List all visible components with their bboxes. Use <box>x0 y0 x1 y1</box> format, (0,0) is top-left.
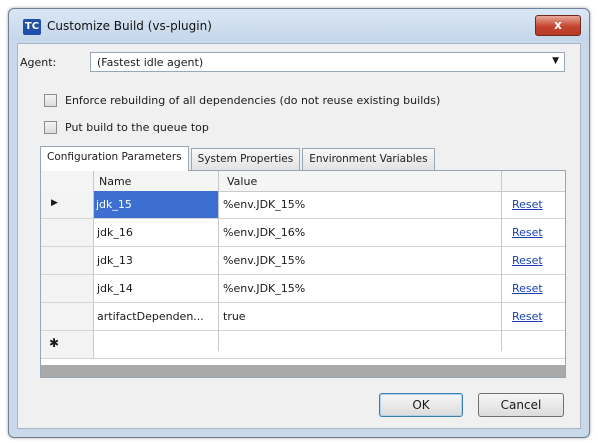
agent-label: Agent: <box>20 56 57 69</box>
new-row[interactable]: ✱ <box>41 331 565 359</box>
column-divider <box>501 171 502 351</box>
column-divider <box>218 171 219 351</box>
grid-header: Name Value <box>41 171 565 192</box>
table-row[interactable]: jdk_14 %env.JDK_15% Reset <box>41 275 565 303</box>
agent-select[interactable]: (Fastest idle agent) ▼ <box>90 52 565 72</box>
table-row[interactable]: artifactDependen... true Reset <box>41 303 565 331</box>
column-divider <box>93 171 94 351</box>
row-selector[interactable]: ▶ <box>41 191 94 218</box>
teamcity-logo-icon: TC <box>23 19 41 35</box>
param-value-cell[interactable]: %env.JDK_15% <box>223 254 305 267</box>
enforce-rebuild-label: Enforce rebuilding of all dependencies (… <box>65 94 441 107</box>
param-name-cell[interactable]: artifactDependen... <box>97 310 204 323</box>
param-name-cell[interactable]: jdk_13 <box>97 254 133 267</box>
cancel-button[interactable]: Cancel <box>478 393 564 417</box>
tab-configuration-parameters[interactable]: Configuration Parameters <box>40 146 189 171</box>
reset-link[interactable]: Reset <box>512 198 543 211</box>
new-row-icon: ✱ <box>49 336 60 350</box>
param-value-cell[interactable]: %env.JDK_15% <box>223 282 305 295</box>
ok-button[interactable]: OK <box>379 393 463 417</box>
param-name-cell[interactable]: jdk_15 <box>94 191 218 218</box>
queue-top-label: Put build to the queue top <box>65 121 209 134</box>
row-selector[interactable] <box>41 247 94 274</box>
reset-link[interactable]: Reset <box>512 310 543 323</box>
grid-footer <box>41 365 565 377</box>
reset-link[interactable]: Reset <box>512 282 543 295</box>
queue-top-option[interactable]: Put build to the queue top <box>44 121 209 134</box>
enforce-rebuild-checkbox[interactable] <box>44 94 57 107</box>
enforce-rebuild-option[interactable]: Enforce rebuilding of all dependencies (… <box>44 94 440 107</box>
tab-bar: Configuration Parameters System Properti… <box>40 146 437 171</box>
row-selector[interactable] <box>41 275 94 302</box>
queue-top-checkbox[interactable] <box>44 121 57 134</box>
table-row[interactable]: jdk_13 %env.JDK_15% Reset <box>41 247 565 275</box>
current-row-icon: ▶ <box>51 198 58 208</box>
column-header-name[interactable]: Name <box>99 175 131 188</box>
param-value-cell[interactable]: %env.JDK_16% <box>223 226 305 239</box>
table-row[interactable]: jdk_16 %env.JDK_16% Reset <box>41 219 565 247</box>
close-button[interactable]: x <box>535 15 581 36</box>
param-name-cell[interactable]: jdk_14 <box>97 282 133 295</box>
table-row[interactable]: ▶ jdk_15 %env.JDK_15% Reset <box>41 191 565 219</box>
row-selector[interactable] <box>41 219 94 246</box>
parameters-grid: Name Value ▶ jdk_15 %env.JDK_15% Reset j… <box>40 170 566 378</box>
agent-select-value: (Fastest idle agent) <box>97 56 204 69</box>
param-value-cell[interactable]: true <box>223 310 246 323</box>
row-selector[interactable] <box>41 303 94 330</box>
tab-environment-variables[interactable]: Environment Variables <box>302 148 435 170</box>
reset-link[interactable]: Reset <box>512 226 543 239</box>
close-icon: x <box>554 18 562 32</box>
column-header-value[interactable]: Value <box>227 175 257 188</box>
param-value-cell[interactable]: %env.JDK_15% <box>223 198 305 211</box>
reset-link[interactable]: Reset <box>512 254 543 267</box>
param-name-cell[interactable]: jdk_16 <box>97 226 133 239</box>
window-title: Customize Build (vs-plugin) <box>47 19 212 33</box>
chevron-down-icon: ▼ <box>552 56 559 66</box>
title-bar[interactable]: TC Customize Build (vs-plugin) x <box>9 9 589 41</box>
tab-system-properties[interactable]: System Properties <box>190 148 301 170</box>
row-selector[interactable]: ✱ <box>41 331 94 358</box>
